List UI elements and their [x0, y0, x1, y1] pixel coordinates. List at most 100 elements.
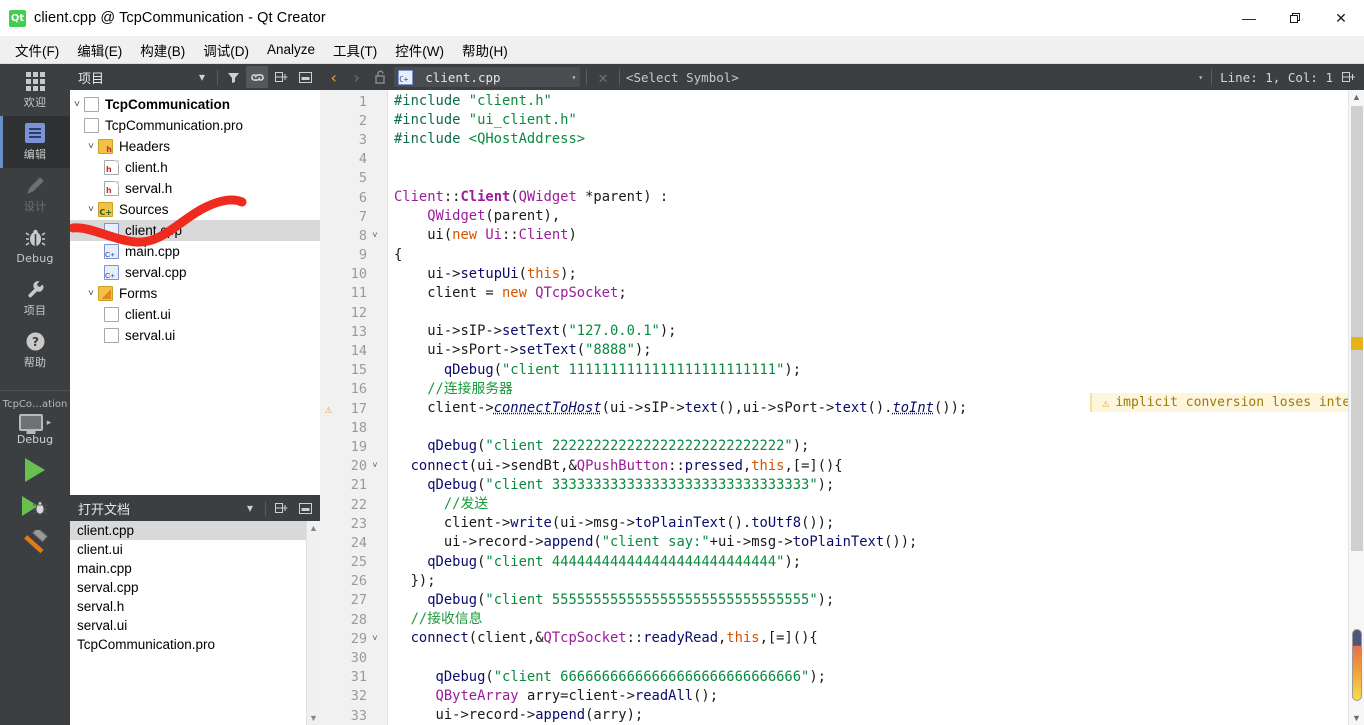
navigate-back-button[interactable]: ‹ [324, 68, 344, 87]
code-line[interactable]: ui(new Ui::Client) [388, 226, 1348, 245]
code-line[interactable] [388, 150, 1348, 169]
close-button[interactable]: ✕ [1318, 0, 1364, 36]
scrollbar-track[interactable] [1351, 106, 1363, 709]
code-line[interactable]: ui->sPort->setText("8888"); [388, 341, 1348, 360]
tree-row-serval-cpp[interactable]: serval.cpp [70, 262, 320, 283]
gutter-line[interactable]: 26 [320, 572, 387, 591]
fold-toggle-icon[interactable]: ˅ [367, 461, 383, 471]
open-doc-item[interactable]: serval.cpp [70, 578, 320, 597]
gutter-line[interactable]: 11 [320, 284, 387, 303]
gutter-line[interactable]: 1 [320, 92, 387, 111]
open-documents-list[interactable]: client.cpp client.ui main.cpp serval.cpp… [70, 521, 320, 725]
open-doc-item[interactable]: serval.ui [70, 616, 320, 635]
gutter-line[interactable]: 31 [320, 668, 387, 687]
code-line[interactable]: ui->sIP->setText("127.0.0.1"); [388, 322, 1348, 341]
code-line[interactable]: qDebug("client 3333333333333333333333333… [388, 476, 1348, 495]
gutter-line[interactable]: 19 [320, 437, 387, 456]
gutter-line[interactable]: 16 [320, 380, 387, 399]
gutter-line[interactable]: 25 [320, 553, 387, 572]
code-view[interactable]: 1 2 3 4 5 6 7 8 ˅ 9 10 11 12 13 14 15 16 ⚠ 17 18 19 20 ˅ 21 22 23… [320, 90, 1364, 725]
gutter-line[interactable]: 3 [320, 130, 387, 149]
code-line[interactable]: }); [388, 572, 1348, 591]
chevron-down-icon[interactable]: ▾ [571, 73, 576, 82]
open-doc-item[interactable]: TcpCommunication.pro [70, 635, 320, 654]
gutter-line[interactable]: 7 [320, 207, 387, 226]
code-line[interactable]: qDebug("client 2222222222222222222222222… [388, 437, 1348, 456]
code-line[interactable] [388, 648, 1348, 667]
current-file-selector[interactable]: client.cpp ▾ [394, 67, 580, 87]
panel-dropdown-icon[interactable]: ▾ [239, 497, 261, 519]
symbol-selector[interactable]: <Select Symbol> [626, 70, 739, 85]
mode-projects[interactable]: 项目 [0, 272, 70, 324]
gutter-line[interactable]: 32 [320, 687, 387, 706]
code-line[interactable]: qDebug("client 4444444444444444444444444… [388, 553, 1348, 572]
debug-button[interactable] [22, 496, 48, 516]
menu-window[interactable]: 控件(W) [386, 36, 453, 64]
gutter-line[interactable]: 29 ˅ [320, 629, 387, 648]
gutter-line[interactable]: 27 [320, 591, 387, 610]
tree-row-project[interactable]: ˅ TcpCommunication [70, 94, 320, 115]
fold-toggle-icon[interactable]: ˅ [367, 634, 383, 644]
menu-tools[interactable]: 工具(T) [324, 36, 386, 64]
mode-help[interactable]: ? 帮助 [0, 324, 70, 376]
gutter-line[interactable]: 15 [320, 361, 387, 380]
fold-toggle-icon[interactable]: ˅ [367, 231, 383, 241]
gutter-line[interactable]: 12 [320, 303, 387, 322]
gutter-line[interactable]: 20 ˅ [320, 457, 387, 476]
gutter-line[interactable]: 23 [320, 514, 387, 533]
gutter-line[interactable]: 18 [320, 418, 387, 437]
gutter-line[interactable]: 21 [320, 476, 387, 495]
tree-row-headers[interactable]: ˅ Headers [70, 136, 320, 157]
filter-icon[interactable] [222, 66, 244, 88]
code-line[interactable]: #include "ui_client.h" [388, 111, 1348, 130]
menu-help[interactable]: 帮助(H) [453, 36, 517, 64]
panel-dropdown-icon[interactable]: ▾ [191, 66, 213, 88]
scroll-down-icon[interactable]: ▼ [1352, 713, 1361, 723]
scroll-up-icon[interactable]: ▲ [1352, 92, 1361, 102]
gutter-line[interactable]: 24 [320, 533, 387, 552]
scroll-down-icon[interactable]: ▼ [309, 713, 318, 723]
split-icon[interactable] [270, 497, 292, 519]
tree-row-forms[interactable]: ˅ Forms [70, 283, 320, 304]
minimize-panel-icon[interactable] [294, 66, 316, 88]
mode-debug[interactable]: Debug [0, 220, 70, 272]
close-document-button[interactable]: ✕ [593, 68, 613, 87]
gutter-line[interactable]: 28 [320, 610, 387, 629]
editor-vertical-scrollbar[interactable]: ▲ ▼ [1348, 90, 1364, 725]
minimize-panel-icon[interactable] [294, 497, 316, 519]
mode-design[interactable]: 设计 [0, 168, 70, 220]
code-line[interactable]: { [388, 246, 1348, 265]
gutter-line[interactable]: 4 [320, 150, 387, 169]
line-number-gutter[interactable]: 1 2 3 4 5 6 7 8 ˅ 9 10 11 12 13 14 15 16 ⚠ 17 18 19 20 ˅ 21 22 23… [320, 90, 388, 725]
gutter-line[interactable]: 14 [320, 341, 387, 360]
code-line[interactable]: ui->record->append("client say:"+ui->msg… [388, 533, 1348, 552]
tree-row-pro-file[interactable]: TcpCommunication.pro [70, 115, 320, 136]
minimize-button[interactable]: — [1226, 0, 1272, 36]
code-line[interactable]: //接收信息 [388, 610, 1348, 629]
gutter-line[interactable]: 13 [320, 322, 387, 341]
code-line[interactable]: ui->setupUi(this); [388, 265, 1348, 284]
open-documents-scrollbar[interactable]: ▲ ▼ [306, 521, 320, 725]
open-doc-item[interactable]: main.cpp [70, 559, 320, 578]
build-button[interactable] [20, 530, 50, 563]
kit-selector[interactable]: TcpCo…ation ▸ Debug [0, 390, 70, 446]
code-line[interactable] [388, 303, 1348, 322]
chevron-down-icon[interactable]: ▾ [1198, 73, 1203, 82]
split-icon[interactable] [270, 66, 292, 88]
run-button[interactable] [25, 458, 45, 482]
open-doc-item[interactable]: serval.h [70, 597, 320, 616]
chevron-down-icon[interactable]: ˅ [70, 99, 84, 110]
gutter-line[interactable]: 30 [320, 648, 387, 667]
gutter-line[interactable]: 10 [320, 265, 387, 284]
mode-welcome[interactable]: 欢迎 [0, 64, 70, 116]
code-line[interactable]: qDebug("client 5555555555555555555555555… [388, 591, 1348, 610]
split-editor-icon[interactable] [1338, 66, 1360, 88]
unlock-icon[interactable] [369, 66, 391, 88]
code-line[interactable]: QByteArray arry=client->readAll(); [388, 687, 1348, 706]
tree-row-client-cpp[interactable]: client.cpp [70, 220, 320, 241]
chevron-down-icon[interactable]: ˅ [84, 288, 98, 299]
tree-row-client-ui[interactable]: client.ui [70, 304, 320, 325]
gutter-line[interactable]: 9 [320, 246, 387, 265]
code-line[interactable]: qDebug("client 6666666666666666666666666… [388, 668, 1348, 687]
open-doc-item[interactable]: client.cpp [70, 521, 320, 540]
